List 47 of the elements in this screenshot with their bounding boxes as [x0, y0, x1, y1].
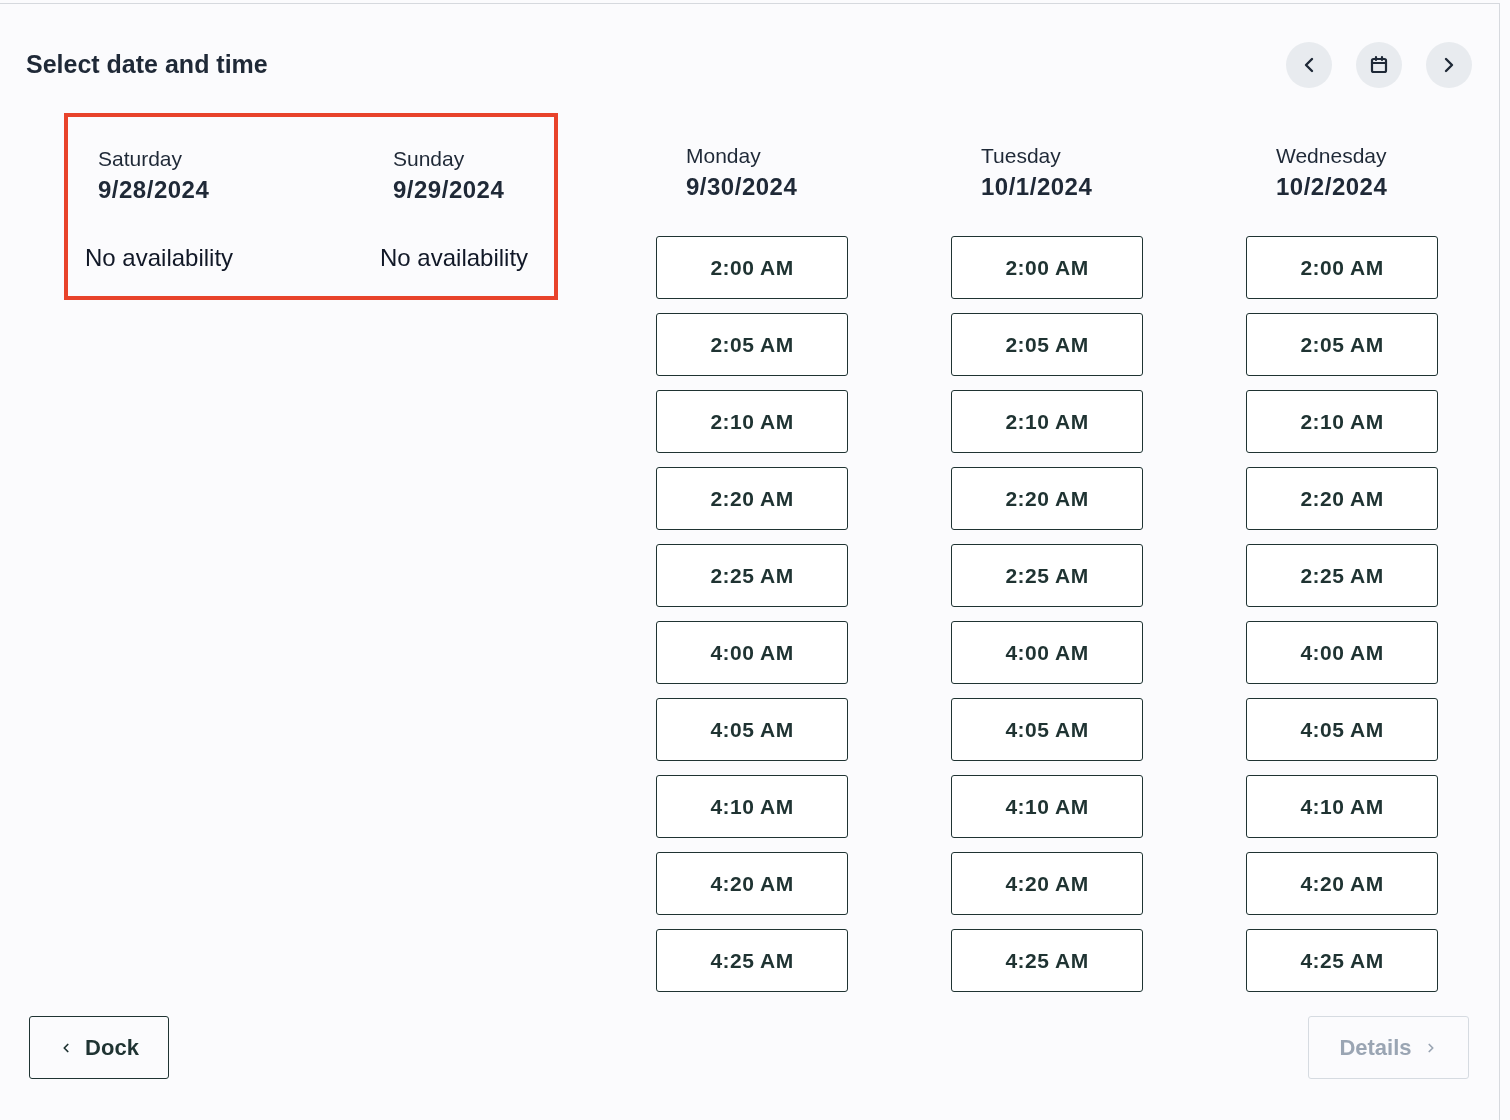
- time-slot-button[interactable]: 2:20 AM: [951, 467, 1143, 530]
- date-label: 10/2/2024: [1276, 172, 1389, 202]
- date-label: 9/30/2024: [686, 172, 799, 202]
- time-slot-button[interactable]: 4:05 AM: [656, 698, 848, 761]
- time-slot-button[interactable]: 2:05 AM: [1246, 313, 1438, 376]
- time-slot-button[interactable]: 2:10 AM: [951, 390, 1143, 453]
- previous-button[interactable]: [1286, 42, 1332, 88]
- time-slot-button[interactable]: 2:05 AM: [656, 313, 848, 376]
- time-slot-button[interactable]: 4:00 AM: [656, 621, 848, 684]
- weekday-label: Sunday: [393, 146, 466, 172]
- time-slot-button[interactable]: 4:20 AM: [656, 852, 848, 915]
- time-slot-button[interactable]: 2:05 AM: [951, 313, 1143, 376]
- calendar-button[interactable]: [1356, 42, 1402, 88]
- time-slot-button[interactable]: 4:05 AM: [951, 698, 1143, 761]
- time-slot-button[interactable]: 4:10 AM: [1246, 775, 1438, 838]
- time-slot-button[interactable]: 2:10 AM: [1246, 390, 1438, 453]
- next-week-button[interactable]: [1426, 42, 1472, 88]
- time-slot-button[interactable]: 2:00 AM: [951, 236, 1143, 299]
- weekday-label: Tuesday: [981, 143, 1062, 169]
- time-slot-button[interactable]: 4:10 AM: [951, 775, 1143, 838]
- page-title: Select date and time: [26, 49, 268, 81]
- time-slot-button[interactable]: 4:20 AM: [951, 852, 1143, 915]
- time-slot-button[interactable]: 2:25 AM: [951, 544, 1143, 607]
- time-slot-button[interactable]: 4:25 AM: [951, 929, 1143, 992]
- date-label: 9/29/2024: [393, 175, 506, 205]
- time-slot-button[interactable]: 4:00 AM: [951, 621, 1143, 684]
- time-slot-button[interactable]: 2:10 AM: [656, 390, 848, 453]
- back-button[interactable]: Dock: [29, 1016, 169, 1079]
- no-availability-text: No availability: [84, 243, 235, 273]
- time-slot-button[interactable]: 4:20 AM: [1246, 852, 1438, 915]
- time-slot-button[interactable]: 2:00 AM: [656, 236, 848, 299]
- time-slot-button[interactable]: 4:00 AM: [1246, 621, 1438, 684]
- time-slot-button[interactable]: 2:25 AM: [1246, 544, 1438, 607]
- time-slot-button[interactable]: 4:25 AM: [1246, 929, 1438, 992]
- time-slot-button[interactable]: 4:05 AM: [1246, 698, 1438, 761]
- date-label: 9/28/2024: [98, 175, 211, 205]
- weekday-label: Wednesday: [1276, 143, 1388, 169]
- date-label: 10/1/2024: [981, 172, 1094, 202]
- time-slot-button[interactable]: 2:20 AM: [656, 467, 848, 530]
- time-slot-button[interactable]: 2:20 AM: [1246, 467, 1438, 530]
- time-slot-button[interactable]: 2:00 AM: [1246, 236, 1438, 299]
- time-slot-button[interactable]: 2:25 AM: [656, 544, 848, 607]
- weekday-label: Saturday: [98, 146, 184, 172]
- time-slot-button[interactable]: 4:25 AM: [656, 929, 848, 992]
- weekday-label: Monday: [686, 143, 762, 169]
- time-slot-button[interactable]: 4:10 AM: [656, 775, 848, 838]
- no-availability-text: No availability: [379, 243, 530, 273]
